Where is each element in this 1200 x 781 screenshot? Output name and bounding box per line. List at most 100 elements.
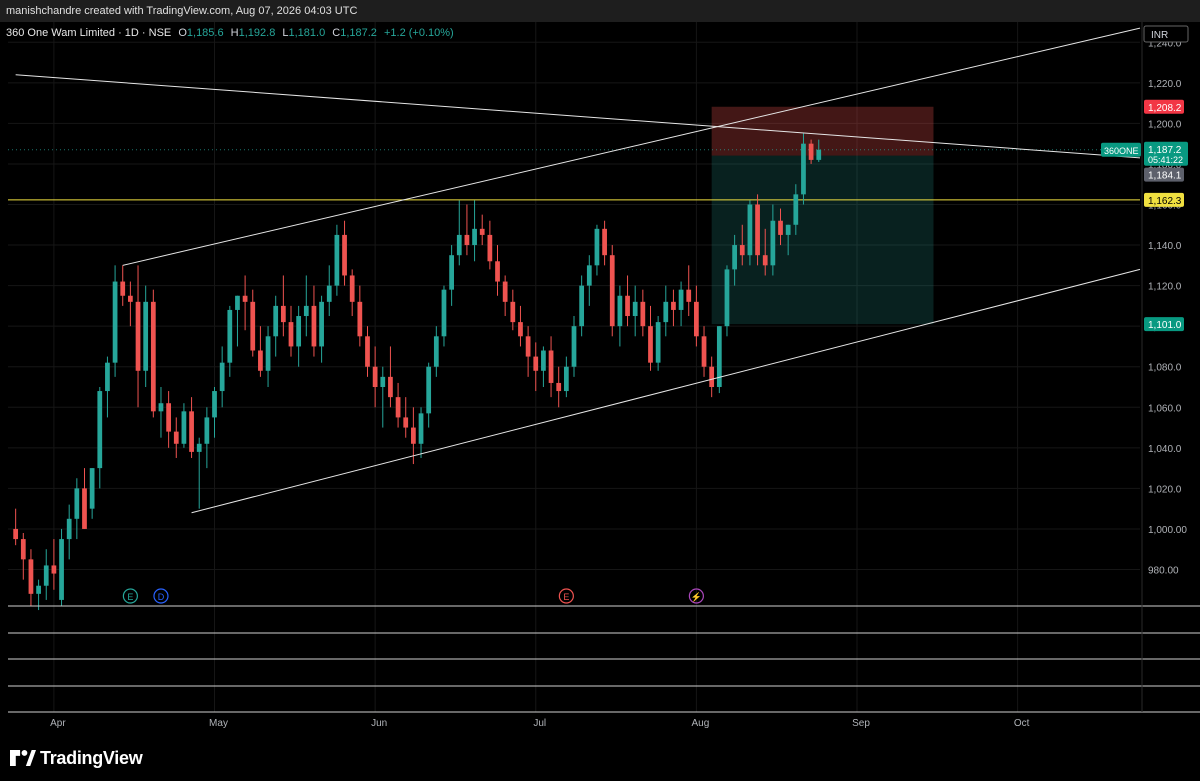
legend-title: 360 One Wam Limited · 1D · NSE — [6, 27, 172, 39]
candle-body — [510, 301, 516, 323]
candle-body — [74, 488, 80, 519]
candle-body — [334, 234, 340, 286]
candle-body — [311, 305, 317, 347]
candle-body — [82, 488, 87, 529]
tradingview-logo-text: TradingView — [40, 747, 143, 768]
header-bar: manishchandre created with TradingView.c… — [0, 0, 1200, 22]
candle-body — [143, 301, 149, 371]
candle-body — [441, 289, 447, 337]
candle-body — [181, 411, 187, 444]
legend-change: +1.2 (+0.10%) — [383, 27, 454, 39]
event-marker-split[interactable]: ⚡ — [688, 588, 704, 604]
currency-label: INR — [1151, 30, 1168, 41]
y-tick-label: 1,140.0 — [1148, 241, 1182, 252]
candle-body — [525, 336, 531, 357]
event-marker-label: E — [563, 592, 569, 602]
event-marker-label: D — [158, 592, 165, 602]
candle-body — [663, 301, 669, 323]
candle-body — [808, 143, 814, 160]
candle-body — [388, 376, 393, 398]
event-marker-earnings[interactable]: E — [122, 588, 138, 604]
candle-body — [464, 234, 470, 246]
candle-body — [265, 336, 271, 371]
candle-body — [28, 559, 34, 594]
candle-body — [227, 309, 233, 363]
candle-body — [173, 431, 179, 444]
chart-area[interactable]: E D E ⚡ 980.00 1,000.00 1,020.0 1,040.0 1,060.0 1… — [0, 22, 1200, 737]
candle-body — [20, 539, 26, 560]
candle-body — [196, 443, 202, 452]
x-tick-label: Apr — [50, 718, 66, 729]
candle-body — [694, 301, 699, 337]
level-price-tag: 1,162.3 — [1148, 196, 1182, 207]
event-marker-dividend[interactable]: D — [153, 588, 169, 604]
candle-body — [242, 295, 248, 302]
legend-open: 1,185.6 — [186, 27, 224, 39]
candle-body — [296, 316, 302, 347]
candle-body — [479, 228, 485, 235]
candle-body — [105, 362, 110, 392]
candle-body — [632, 301, 638, 317]
candle-body — [747, 204, 753, 256]
x-tick-label: May — [209, 718, 228, 729]
candle-body — [671, 301, 676, 310]
x-tick-label: Aug — [691, 718, 709, 729]
tradingview-logo-icon — [10, 750, 36, 766]
y-tick-label: 1,080.0 — [1148, 363, 1182, 374]
candle-body — [150, 301, 156, 412]
candle-body — [533, 356, 539, 371]
candle-body — [403, 417, 409, 428]
candle-body — [793, 194, 799, 225]
footer-bar — [0, 737, 1200, 781]
candle-body — [189, 411, 194, 452]
candle-body — [602, 228, 607, 256]
candle-body — [219, 362, 225, 392]
candle-body — [724, 269, 730, 327]
candle-body — [51, 565, 57, 574]
candle-body — [640, 301, 646, 327]
legend-high: 1,192.8 — [238, 27, 276, 39]
candle-body — [762, 255, 768, 266]
prev-price-tag: 1,184.1 — [1148, 171, 1182, 182]
candle-body — [280, 305, 286, 323]
candle-body — [288, 322, 294, 347]
position-risk-zone — [711, 106, 934, 156]
candle-body — [342, 234, 347, 276]
candle-body — [36, 585, 41, 594]
candle-body — [326, 285, 332, 302]
candle-body — [785, 224, 791, 235]
tradingview-logo[interactable]: TradingView — [10, 746, 143, 770]
candle-body — [395, 397, 401, 418]
candle-body — [426, 366, 432, 414]
y-tick-label: 980.00 — [1148, 566, 1179, 577]
position-reward-zone — [711, 155, 934, 325]
candle-body — [380, 376, 386, 387]
candle-body — [158, 403, 164, 412]
countdown-tag: 05:41:22 — [1148, 155, 1183, 165]
candle-body — [556, 382, 562, 392]
legend-close: 1,187.2 — [340, 27, 377, 39]
symbol-tag: 360ONE — [1104, 146, 1139, 156]
candle-body — [372, 366, 378, 387]
price-chart[interactable]: E D E ⚡ 980.00 1,000.00 1,020.0 1,040.0 1,060.0 1… — [0, 22, 1200, 737]
y-tick-label: 1,200.0 — [1148, 119, 1182, 130]
candle-body — [678, 289, 684, 310]
y-tick-label: 1,220.0 — [1148, 79, 1182, 90]
candle-body — [518, 322, 523, 337]
target-price-tag: 1,101.0 — [1148, 320, 1182, 331]
y-tick-label: 1,120.0 — [1148, 282, 1182, 293]
candle-body — [502, 281, 508, 302]
candle-body — [120, 281, 126, 296]
x-tick-label: Jun — [371, 718, 387, 729]
candle-body — [579, 285, 585, 327]
candle-body — [303, 305, 309, 317]
event-marker-earnings[interactable]: E — [558, 588, 574, 604]
event-marker-label: ⚡ — [691, 591, 702, 603]
candle-body — [97, 391, 103, 469]
candle-body — [13, 528, 19, 540]
y-tick-label: 1,060.0 — [1148, 403, 1182, 414]
candle-body — [541, 350, 546, 371]
candle-body — [571, 326, 577, 367]
candle-body — [418, 413, 424, 444]
trendline — [15, 74, 1141, 159]
